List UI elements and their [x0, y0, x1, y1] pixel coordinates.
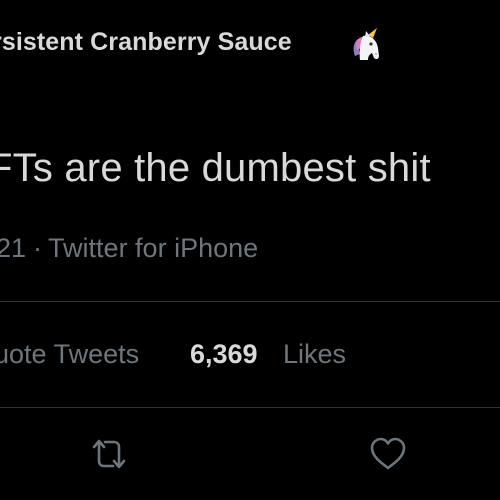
divider: [0, 407, 500, 408]
like-button[interactable]: [365, 431, 411, 477]
divider: [0, 301, 500, 302]
tweet-client[interactable]: Twitter for iPhone: [48, 233, 258, 263]
retweet-icon: [92, 439, 126, 469]
unicorn-icon: [346, 26, 386, 66]
likes-count[interactable]: 6,369: [190, 339, 258, 370]
retweet-button[interactable]: [86, 431, 132, 477]
author-display-name[interactable]: rsistent Cranberry Sauce: [0, 28, 292, 57]
likes-label[interactable]: Likes: [283, 339, 346, 370]
quote-tweets-stat[interactable]: uote Tweets: [0, 339, 139, 370]
tweet-text: FTs are the dumbest shit: [0, 146, 431, 190]
meta-separator: ·: [33, 233, 43, 263]
tweet-meta: 21 · Twitter for iPhone: [0, 233, 258, 264]
tweet-date[interactable]: 21: [0, 233, 26, 263]
heart-icon: [370, 437, 406, 470]
